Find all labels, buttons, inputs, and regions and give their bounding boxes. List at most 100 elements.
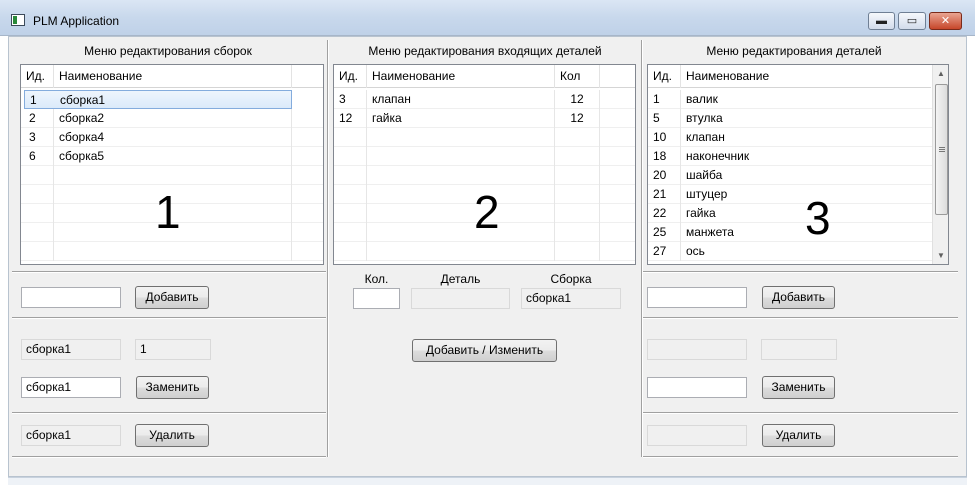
table-row[interactable]: 22 гайка <box>648 204 932 223</box>
close-button[interactable]: ✕ <box>929 12 962 30</box>
add-change-button[interactable]: Добавить / Изменить <box>412 339 557 362</box>
incoming-panel-title: Меню редактирования входящих деталей <box>368 44 602 58</box>
parts-table-scrollbar[interactable]: ▲ ▼ <box>932 65 948 264</box>
panel-number-label: 3 <box>805 192 831 244</box>
assembly-label: Сборка <box>550 272 592 286</box>
incoming-table-header: Ид. Наименование Кол <box>334 65 635 88</box>
panel-divider-left <box>327 40 328 457</box>
assembly-selected-id: 1 <box>135 339 211 360</box>
row-name: гайка <box>367 109 555 128</box>
row-id: 22 <box>648 204 681 223</box>
column-header-name[interactable]: Наименование <box>54 65 292 88</box>
table-row[interactable]: 1 валик <box>648 90 932 109</box>
part-delete-button[interactable]: Удалить <box>762 424 835 447</box>
column-header-qty[interactable]: Кол <box>555 65 600 88</box>
column-header-id[interactable]: Ид. <box>21 65 54 88</box>
incoming-qty-input[interactable] <box>353 288 400 309</box>
row-id: 20 <box>648 166 681 185</box>
column-header-id[interactable]: Ид. <box>648 65 681 88</box>
row-id: 1 <box>648 90 681 109</box>
part-label: Деталь <box>440 272 481 286</box>
empty-row <box>21 166 323 185</box>
panel-number-label: 2 <box>474 186 500 238</box>
empty-row <box>334 147 635 166</box>
part-delete-name <box>647 425 747 446</box>
divider <box>12 271 326 272</box>
empty-row <box>334 166 635 185</box>
panel-divider-right <box>641 40 642 457</box>
scroll-up-arrow-icon[interactable]: ▲ <box>933 65 948 82</box>
column-header-filler <box>292 65 323 88</box>
assembly-add-button[interactable]: Добавить <box>135 286 209 309</box>
part-add-input[interactable] <box>647 287 747 308</box>
row-name: клапан <box>367 90 555 109</box>
row-name: втулка <box>686 111 723 125</box>
incoming-table[interactable]: Ид. Наименование Кол 3 клапан 12 12 гайк… <box>333 64 636 265</box>
divider <box>12 456 326 457</box>
row-id: 3 <box>24 128 54 147</box>
row-id: 25 <box>648 223 681 242</box>
divider <box>643 456 958 457</box>
assembly-add-input[interactable] <box>21 287 121 308</box>
assembly-delete-name: сборка1 <box>21 425 121 446</box>
row-id: 5 <box>648 109 681 128</box>
row-name: валик <box>686 92 718 106</box>
row-id: 3 <box>334 90 367 109</box>
table-row[interactable]: 1 сборка1 <box>24 90 292 109</box>
part-replace-input[interactable] <box>647 377 747 398</box>
row-name: клапан <box>686 130 725 144</box>
table-row[interactable]: 20 шайба <box>648 166 932 185</box>
table-row[interactable]: 18 наконечник <box>648 147 932 166</box>
table-row[interactable]: 5 втулка <box>648 109 932 128</box>
table-row[interactable]: 3 сборка4 <box>21 128 323 147</box>
scroll-thumb[interactable] <box>935 84 948 215</box>
assembly-replace-input[interactable]: сборка1 <box>21 377 121 398</box>
divider <box>12 412 326 413</box>
scroll-down-arrow-icon[interactable]: ▼ <box>933 247 948 264</box>
divider <box>12 317 326 318</box>
table-row[interactable]: 10 клапан <box>648 128 932 147</box>
row-id: 18 <box>648 147 681 166</box>
assembly-delete-button[interactable]: Удалить <box>135 424 209 447</box>
row-name: сборка5 <box>54 147 292 166</box>
divider <box>643 317 958 318</box>
part-add-button[interactable]: Добавить <box>762 286 835 309</box>
assemblies-table-header: Ид. Наименование <box>21 65 323 88</box>
table-row[interactable]: 21 штуцер <box>648 185 932 204</box>
app-icon <box>11 14 25 26</box>
application-window: PLM Application ▬ ▭ ✕ Меню редактировани… <box>0 0 975 485</box>
row-id: 10 <box>648 128 681 147</box>
assemblies-table[interactable]: Ид. Наименование 1 сборка1 2 сборка2 3 с… <box>20 64 324 265</box>
column-header-name[interactable]: Наименование <box>367 65 555 88</box>
table-row[interactable]: 12 гайка 12 <box>334 109 635 128</box>
empty-row <box>334 242 635 261</box>
table-row[interactable]: 6 сборка5 <box>21 147 323 166</box>
row-id: 27 <box>648 242 681 261</box>
row-name: сборка1 <box>60 93 106 107</box>
title-bar[interactable]: PLM Application ▬ ▭ ✕ <box>0 0 975 36</box>
status-bar <box>8 477 967 485</box>
window-title: PLM Application <box>33 14 120 28</box>
incoming-part-field <box>411 288 510 309</box>
incoming-assembly-field: сборка1 <box>521 288 621 309</box>
parts-table-header: Ид. Наименование <box>648 65 931 88</box>
table-row[interactable]: 25 манжета <box>648 223 932 242</box>
row-id: 1 <box>30 93 37 107</box>
column-header-name[interactable]: Наименование <box>681 65 933 88</box>
table-row[interactable]: 3 клапан 12 <box>334 90 635 109</box>
part-selected-name <box>647 339 747 360</box>
part-replace-button[interactable]: Заменить <box>762 376 835 399</box>
maximize-button[interactable]: ▭ <box>898 12 926 30</box>
empty-row <box>334 128 635 147</box>
assembly-selected-name: сборка1 <box>21 339 121 360</box>
minimize-button[interactable]: ▬ <box>868 12 895 30</box>
row-qty: 12 <box>555 90 600 109</box>
parts-panel-title: Меню редактирования деталей <box>706 44 882 58</box>
column-header-id[interactable]: Ид. <box>334 65 367 88</box>
part-selected-id <box>761 339 837 360</box>
assembly-replace-button[interactable]: Заменить <box>136 376 209 399</box>
parts-table[interactable]: Ид. Наименование 1 валик 5 втулка 10 клапан… <box>647 64 949 265</box>
table-row[interactable]: 27 ось <box>648 242 932 261</box>
table-row[interactable]: 2 сборка2 <box>21 109 323 128</box>
row-id: 21 <box>648 185 681 204</box>
